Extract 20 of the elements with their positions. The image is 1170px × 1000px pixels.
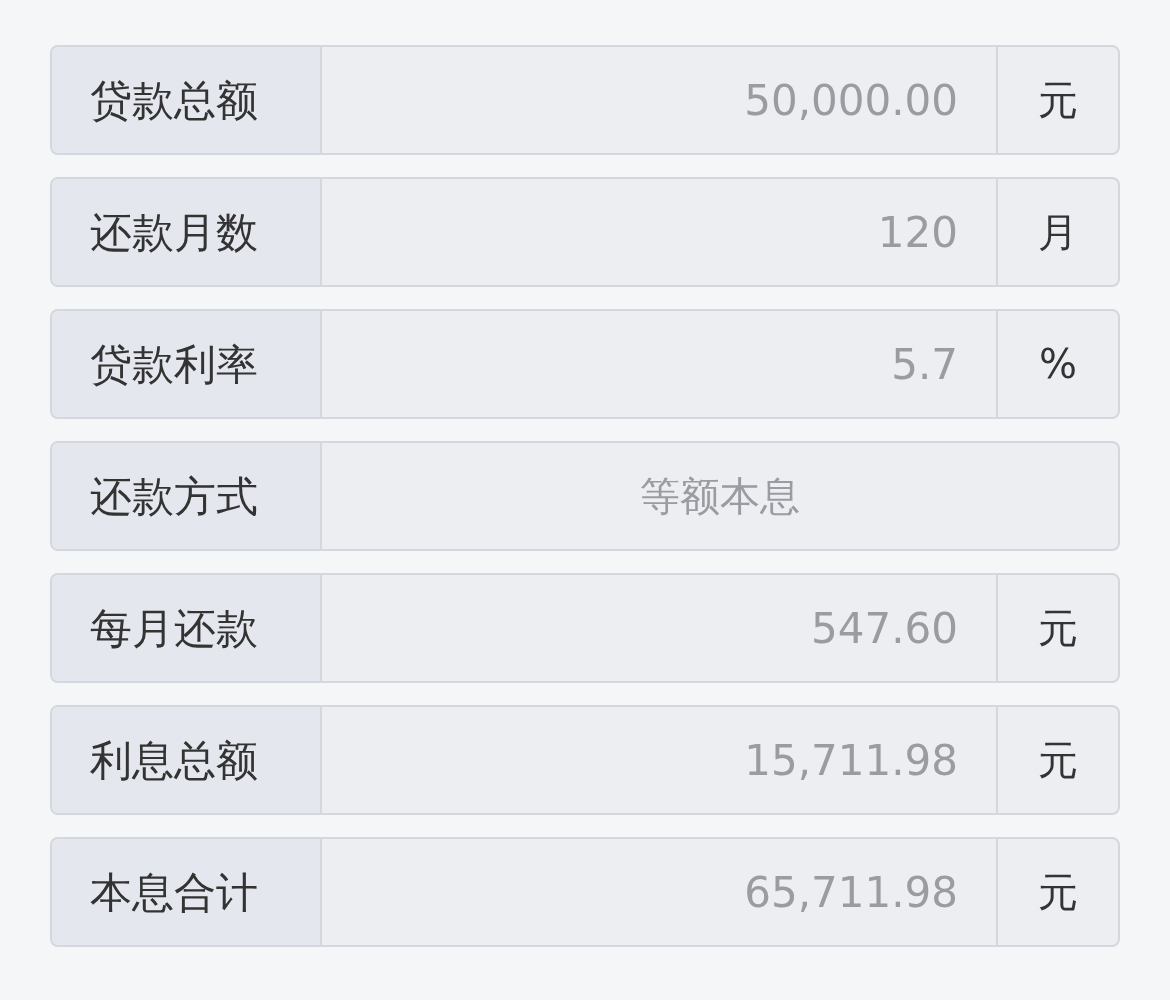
value-field[interactable]: 15,711.98 <box>322 707 996 813</box>
unit-label: 月 <box>996 179 1118 285</box>
value-field[interactable]: 120 <box>322 179 996 285</box>
field-label: 本息合计 <box>52 839 322 945</box>
field-label: 贷款总额 <box>52 47 322 153</box>
field-label: 每月还款 <box>52 575 322 681</box>
field-label: 利息总额 <box>52 707 322 813</box>
field-label: 还款月数 <box>52 179 322 285</box>
unit-label: % <box>996 311 1118 417</box>
value-field[interactable]: 5.7 <box>322 311 996 417</box>
field-label: 还款方式 <box>52 443 322 549</box>
unit-label: 元 <box>996 707 1118 813</box>
unit-label: 元 <box>996 47 1118 153</box>
unit-label: 元 <box>996 839 1118 945</box>
field-label: 贷款利率 <box>52 311 322 417</box>
value-field[interactable]: 65,711.98 <box>322 839 996 945</box>
value-field[interactable]: 50,000.00 <box>322 47 996 153</box>
value-field[interactable]: 547.60 <box>322 575 996 681</box>
unit-label: 元 <box>996 575 1118 681</box>
repayment-method-selector[interactable]: 等额本息 <box>322 443 1118 549</box>
